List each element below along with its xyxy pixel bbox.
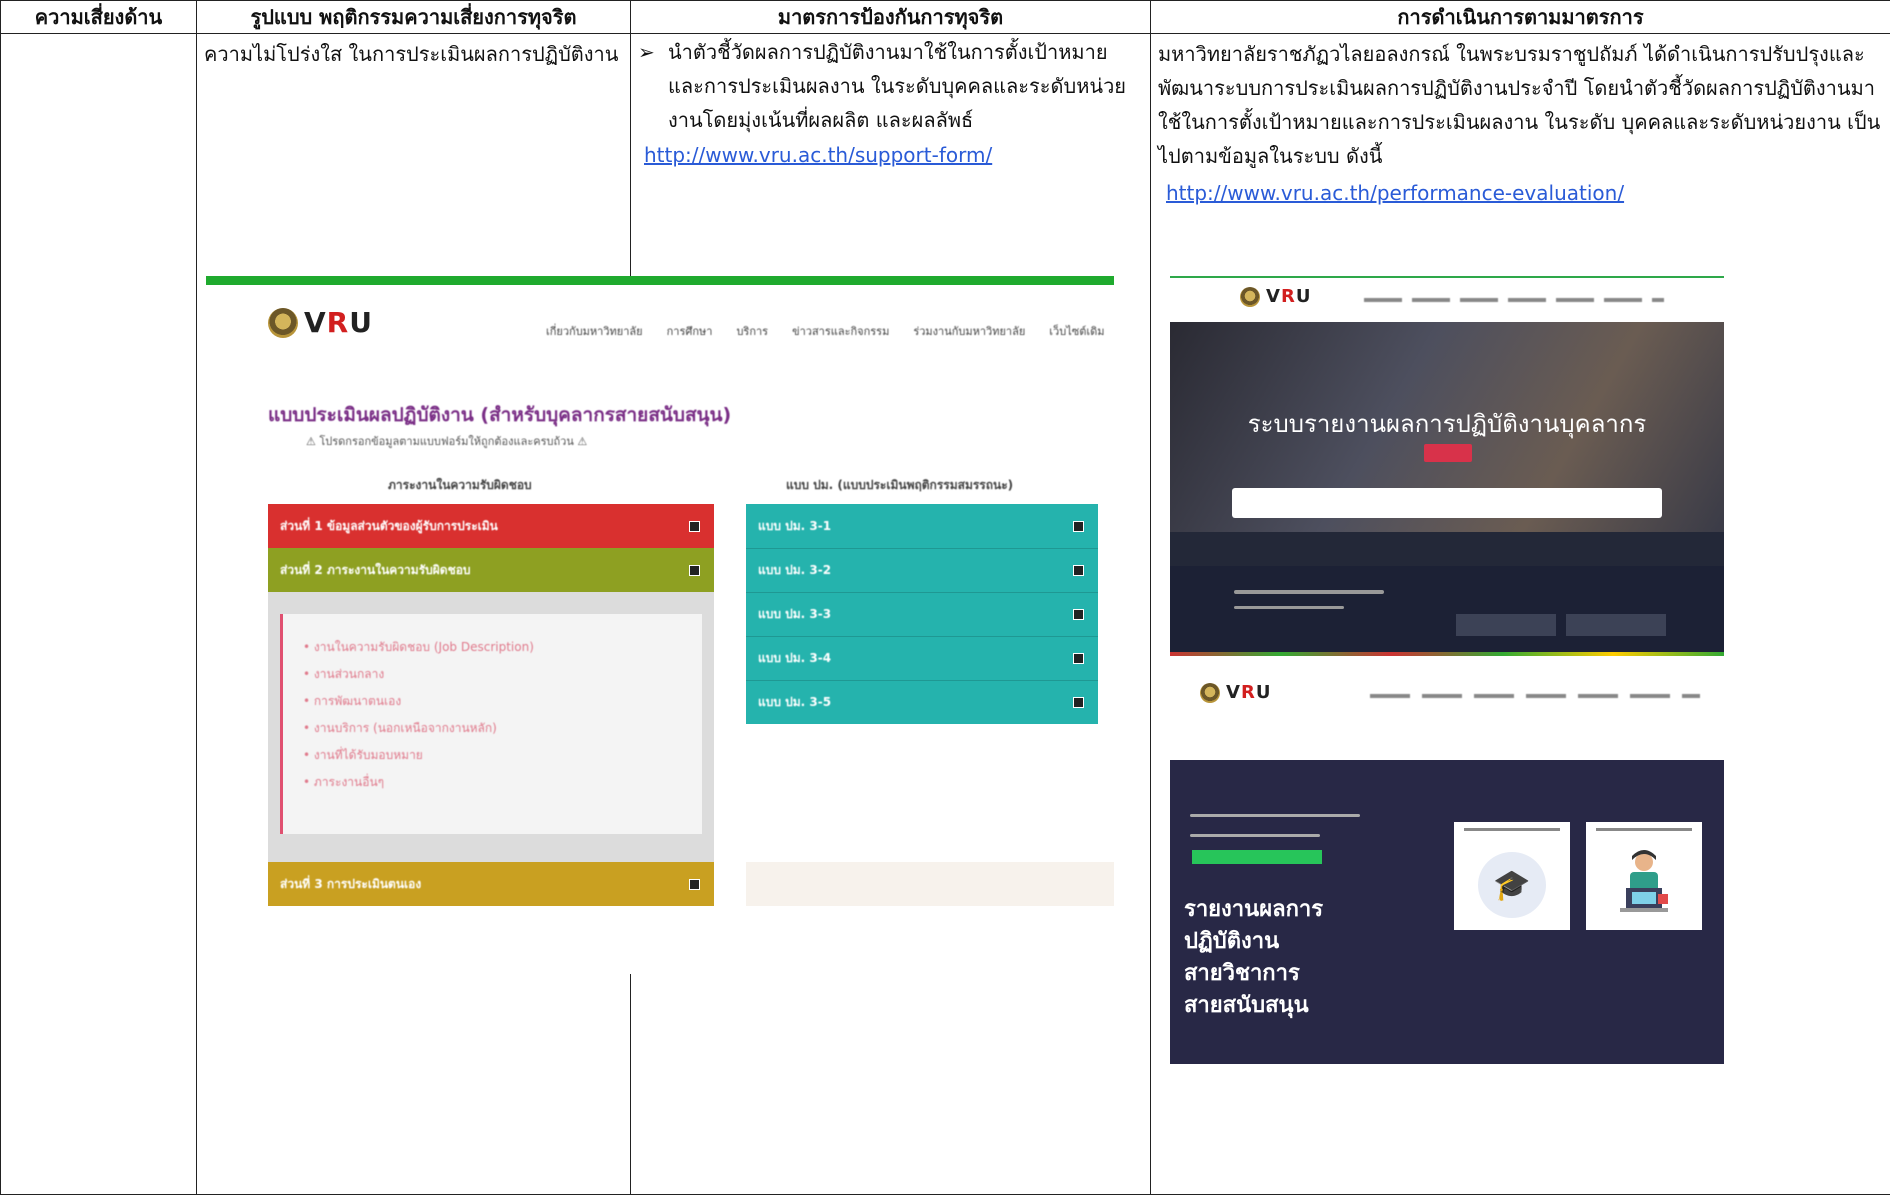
vru-logo: VRU bbox=[1240, 286, 1311, 307]
expand-icon bbox=[689, 879, 700, 890]
header-action: การดำเนินการตามมาตรการ bbox=[1151, 1, 1890, 34]
green-badge bbox=[1192, 850, 1322, 864]
form-warning: ⚠ โปรดกรอกข้อมูลตามแบบฟอร์มให้ถูกต้องและ… bbox=[306, 432, 587, 450]
header-measure: มาตรการป้องกันการทุจริต bbox=[631, 1, 1151, 34]
support-form-link[interactable]: http://www.vru.ac.th/support-form/ bbox=[632, 137, 1149, 173]
section1-panel: ส่วนที่ 1 ข้อมูลส่วนตัวของผู้รับการประเม… bbox=[268, 504, 714, 548]
expand-icon bbox=[689, 521, 700, 532]
performance-system-screenshot: VRU ระบบรายงานผลการปฏิบัติงานบุคลากร bbox=[1170, 276, 1724, 656]
nav-item: ร่วมงานกับมหาวิทยาลัย bbox=[913, 322, 1025, 340]
list-item: • การพัฒนาตนเอง bbox=[303, 688, 702, 715]
section2-panel: ส่วนที่ 2 ภาระงานในความรับผิดชอบ bbox=[268, 548, 714, 592]
performance-evaluation-link[interactable]: http://www.vru.ac.th/performance-evaluat… bbox=[1152, 175, 1889, 211]
expand-icon bbox=[689, 565, 700, 576]
support-form-screenshot: VRU เกี่ยวกับมหาวิทยาลัย การศึกษา บริการ… bbox=[206, 276, 1114, 974]
form-panel: แบบ ปม. 3-1 bbox=[746, 504, 1098, 548]
form-panel: แบบ ปม. 3-4 bbox=[746, 636, 1098, 680]
site-header: VRU bbox=[1170, 276, 1724, 322]
expand-icon bbox=[1073, 653, 1084, 664]
list-item: • งานที่ได้รับมอบหมาย bbox=[303, 742, 702, 769]
support-card[interactable] bbox=[1586, 822, 1702, 930]
report-categories-screenshot: VRU รายงานผลการ ปฏิบัติงาน สายวิชาการ สา… bbox=[1170, 664, 1724, 1064]
expand-icon bbox=[1073, 521, 1084, 532]
hero-title: ระบบรายงานผลการปฏิบัติงานบุคลากร bbox=[1170, 404, 1724, 443]
list-item: • ภาระงานอื่นๆ bbox=[303, 769, 702, 796]
section2-body: • งานในความรับผิดชอบ (Job Description) •… bbox=[268, 592, 714, 862]
nav-item: เกี่ยวกับมหาวิทยาลัย bbox=[546, 322, 643, 340]
arrow-bullet-icon: ➢ bbox=[638, 35, 668, 137]
left-column-heading: ภาระงานในความรับผิดชอบ bbox=[388, 476, 532, 495]
header-row: ความเสี่ยงด้าน รูปแบบ พฤติกรรมความเสี่ยง… bbox=[1, 1, 1890, 34]
academic-card[interactable]: 🎓 bbox=[1454, 822, 1570, 930]
blank-area bbox=[746, 862, 1114, 906]
header-risk-area: ความเสี่ยงด้าน bbox=[1, 1, 197, 34]
expand-icon bbox=[1073, 697, 1084, 708]
form-panel: แบบ ปม. 3-2 bbox=[746, 548, 1098, 592]
color-stripe bbox=[1170, 652, 1724, 656]
search-input[interactable] bbox=[1232, 488, 1662, 518]
nav-item: บริการ bbox=[736, 322, 768, 340]
list-item: • งานในความรับผิดชอบ (Job Description) bbox=[303, 634, 702, 661]
university-emblem-icon bbox=[268, 308, 298, 338]
graduation-cap-icon: 🎓 bbox=[1478, 852, 1546, 918]
lower-section bbox=[1170, 566, 1724, 656]
nav-item: ข่าวสารและกิจกรรม bbox=[792, 322, 889, 340]
top-accent-bar bbox=[206, 276, 1114, 285]
header-behavior: รูปแบบ พฤติกรรมความเสี่ยงการทุจริต bbox=[197, 1, 631, 34]
expand-icon bbox=[1073, 565, 1084, 576]
form-title: แบบประเมินผลปฏิบัติงาน (สำหรับบุคลากรสาย… bbox=[268, 400, 731, 430]
form-panel: แบบ ปม. 3-3 bbox=[746, 592, 1098, 636]
cell-risk-area bbox=[1, 34, 197, 1195]
measure-text: นำตัวชี้วัดผลการปฏิบัติงานมาใช้ในการตั้ง… bbox=[668, 35, 1143, 137]
person-laptop-icon bbox=[1616, 848, 1672, 918]
list-item: • งานส่วนกลาง bbox=[303, 661, 702, 688]
list-item: • งานบริการ (นอกเหนือจากงานหลัก) bbox=[303, 715, 702, 742]
vru-logo: VRU bbox=[1200, 682, 1271, 703]
report-headline: รายงานผลการ ปฏิบัติงาน สายวิชาการ สายสนั… bbox=[1184, 894, 1323, 1022]
site-nav: เกี่ยวกับมหาวิทยาลัย การศึกษา บริการ ข่า… bbox=[546, 322, 1105, 340]
action-text: มหาวิทยาลัยราชภัฏวไลยอลงกรณ์ ในพระบรมราช… bbox=[1152, 35, 1889, 175]
behavior-text: ความไม่โปร่งใส ในการประเมินผลการปฏิบัติง… bbox=[198, 35, 629, 73]
section3-panel: ส่วนที่ 3 การประเมินตนเอง bbox=[268, 862, 714, 906]
hero-button[interactable] bbox=[1424, 444, 1472, 462]
expand-icon bbox=[1073, 609, 1084, 620]
measure-bullet: ➢ นำตัวชี้วัดผลการปฏิบัติงานมาใช้ในการตั… bbox=[632, 35, 1149, 137]
hero-banner: ระบบรายงานผลการปฏิบัติงานบุคลากร bbox=[1170, 322, 1724, 532]
nav-item: การศึกษา bbox=[667, 322, 713, 340]
vru-logo: VRU bbox=[268, 306, 373, 339]
right-column-heading: แบบ ปม. (แบบประเมินพฤติกรรมสมรรถนะ) bbox=[786, 476, 1013, 495]
nav-item: เว็บไซต์เดิม bbox=[1049, 322, 1104, 340]
form-panel: แบบ ปม. 3-5 bbox=[746, 680, 1098, 724]
site-header: VRU bbox=[1170, 664, 1724, 760]
